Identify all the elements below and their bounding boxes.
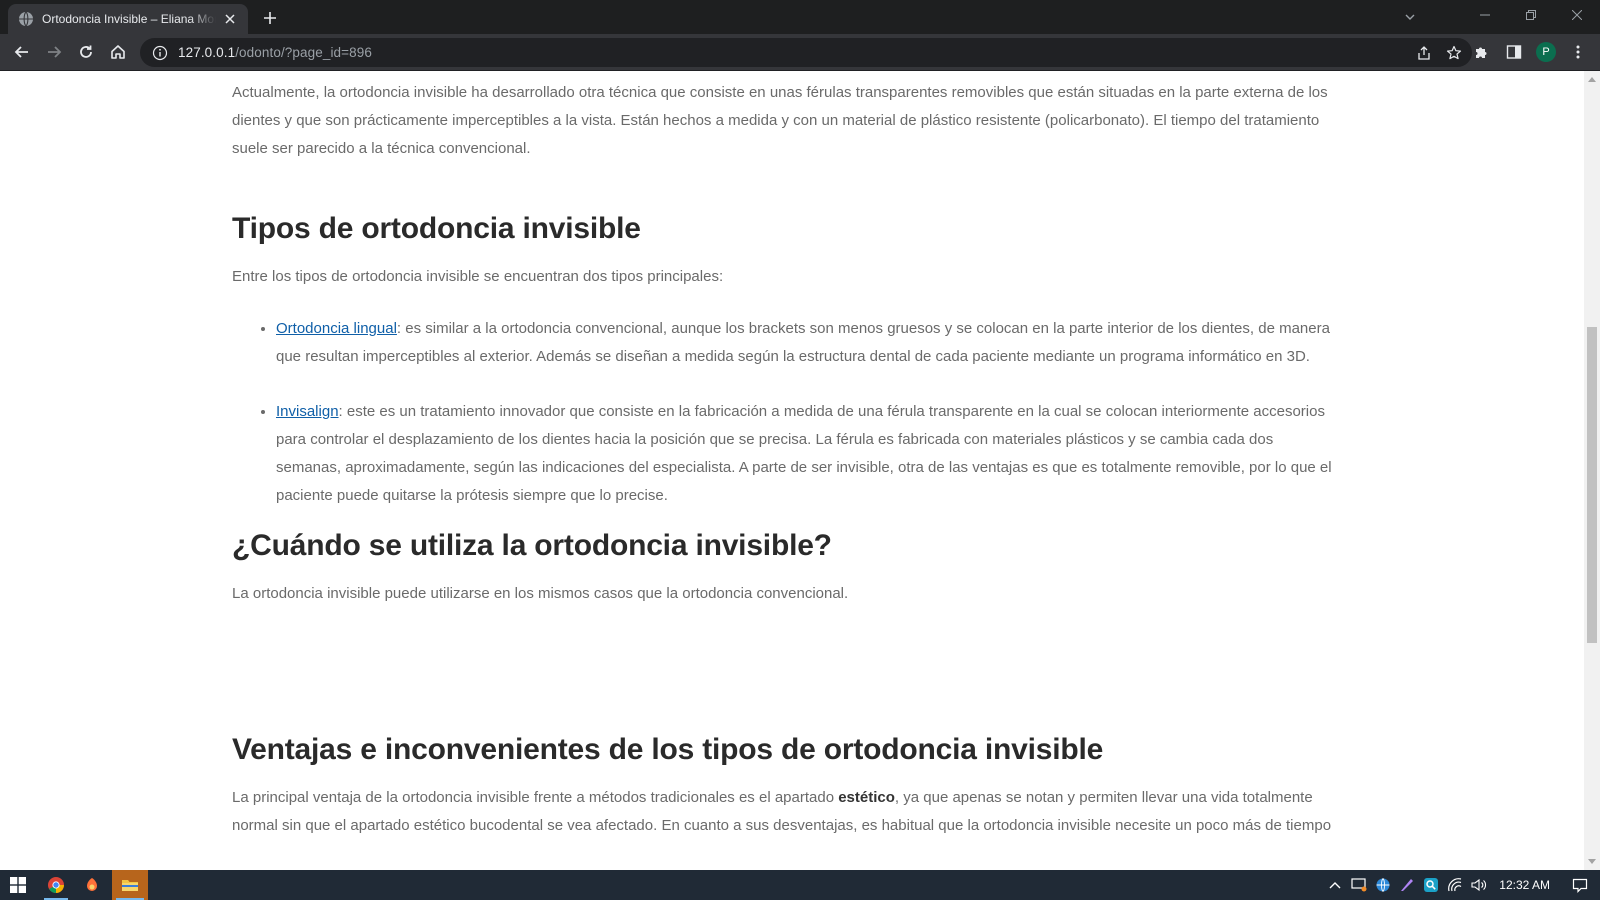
notification-icon xyxy=(1572,878,1588,893)
volume-icon xyxy=(1471,878,1487,892)
reload-button[interactable] xyxy=(72,38,100,66)
back-button[interactable] xyxy=(8,38,36,66)
taskbar-file-explorer[interactable] xyxy=(112,870,148,900)
folder-icon xyxy=(122,880,138,891)
clock[interactable]: 12:32 AM xyxy=(1491,878,1560,892)
window-controls xyxy=(1462,0,1600,30)
heading-ventajas: Ventajas e inconvenientes de los tipos d… xyxy=(232,733,1104,766)
network-globe-icon xyxy=(1376,878,1390,892)
heading-tipos: Tipos de ortodoncia invisible xyxy=(232,212,641,245)
chevron-up-icon xyxy=(1329,882,1341,889)
minimize-icon xyxy=(1480,14,1490,16)
taskbar-chrome[interactable] xyxy=(40,870,72,900)
browser-tab-active[interactable]: Ortodoncia Invisible – Eliana Mor xyxy=(8,4,248,34)
notifications-button[interactable] xyxy=(1560,870,1600,900)
url-text: 127.0.0.1/odonto/?page_id=896 xyxy=(178,45,372,60)
tray-item[interactable] xyxy=(1443,870,1467,900)
tray-item[interactable] xyxy=(1467,870,1491,900)
arrow-left-icon xyxy=(14,46,28,58)
globe-icon xyxy=(19,11,33,27)
tray-item[interactable] xyxy=(1371,870,1395,900)
wifi-icon xyxy=(1448,878,1462,892)
app-icon xyxy=(87,878,97,891)
list-item: Invisalign: este es un tratamiento innov… xyxy=(276,398,1342,510)
forward-button[interactable] xyxy=(40,38,68,66)
article-content: Actualmente, la ortodoncia invisible ha … xyxy=(232,71,1342,840)
chrome-icon xyxy=(48,877,64,893)
taskbar-app[interactable] xyxy=(76,870,108,900)
chevron-down-icon xyxy=(1405,14,1415,20)
scroll-down-button[interactable] xyxy=(1584,854,1600,870)
list-item: Ortodoncia lingual: es similar a la orto… xyxy=(276,315,1342,371)
link-ortodoncia-lingual[interactable]: Ortodoncia lingual xyxy=(276,320,397,337)
close-window-button[interactable] xyxy=(1554,0,1600,30)
url-path: /odonto/?page_id=896 xyxy=(235,45,372,60)
intro-paragraph: Actualmente, la ortodoncia invisible ha … xyxy=(232,84,1328,157)
close-tab-icon[interactable] xyxy=(222,11,238,27)
url-host: 127.0.0.1 xyxy=(178,45,236,60)
browser-toolbar: 127.0.0.1/odonto/?page_id=896 P xyxy=(0,34,1600,71)
list-item-text: : es similar a la ortodoncia convenciona… xyxy=(276,320,1330,365)
bookmark-star-icon[interactable] xyxy=(1446,45,1462,61)
pen-icon xyxy=(1401,879,1414,891)
address-bar[interactable]: 127.0.0.1/odonto/?page_id=896 xyxy=(140,38,1472,67)
ventajas-text-start: La principal ventaja de la ortodoncia in… xyxy=(232,789,839,806)
tray-item[interactable] xyxy=(1395,870,1419,900)
kebab-menu-icon xyxy=(1576,45,1580,59)
windows-taskbar: 12:32 AM xyxy=(0,870,1600,900)
browser-menu-button[interactable] xyxy=(1564,38,1592,66)
puzzle-icon xyxy=(1476,47,1487,58)
side-panel-icon xyxy=(1506,45,1522,59)
plus-icon xyxy=(264,12,276,24)
scrollbar-thumb[interactable] xyxy=(1587,327,1597,643)
list-item-text: : este es un tratamiento innovador que c… xyxy=(276,403,1332,504)
triangle-down-icon xyxy=(1588,859,1596,864)
search-badge-icon xyxy=(1424,878,1439,892)
tipos-list: Ortodoncia lingual: es similar a la orto… xyxy=(232,315,1342,510)
close-icon xyxy=(1572,10,1582,20)
home-icon xyxy=(111,45,125,59)
tray-item[interactable] xyxy=(1347,870,1371,900)
reload-icon xyxy=(80,45,92,58)
address-bar-actions xyxy=(1416,38,1462,67)
page-scrollbar[interactable] xyxy=(1584,71,1600,870)
info-icon[interactable] xyxy=(152,45,168,61)
browser-tab-bar: Ortodoncia Invisible – Eliana Mor xyxy=(0,0,1600,34)
tray-item[interactable] xyxy=(1419,870,1443,900)
minimize-button[interactable] xyxy=(1462,0,1508,30)
tab-search-button[interactable] xyxy=(1398,5,1422,29)
avatar: P xyxy=(1536,42,1556,62)
side-panel-button[interactable] xyxy=(1500,38,1528,66)
page-viewport: Actualmente, la ortodoncia invisible ha … xyxy=(0,71,1584,870)
start-button[interactable] xyxy=(0,870,36,900)
tipos-intro-paragraph: Entre los tipos de ortodoncia invisible … xyxy=(232,268,724,285)
link-invisalign[interactable]: Invisalign xyxy=(276,403,339,420)
heading-cuando: ¿Cuándo se utiliza la ortodoncia invisib… xyxy=(232,529,832,562)
home-button[interactable] xyxy=(104,38,132,66)
restore-icon xyxy=(1526,10,1536,20)
restore-button[interactable] xyxy=(1508,0,1554,30)
profile-button[interactable]: P xyxy=(1532,38,1560,66)
triangle-up-icon xyxy=(1588,77,1596,82)
tray-overflow[interactable] xyxy=(1323,870,1347,900)
ventajas-paragraph: La principal ventaja de la ortodoncia in… xyxy=(232,784,1342,840)
extensions-button[interactable] xyxy=(1468,38,1496,66)
system-tray: 12:32 AM xyxy=(1323,870,1600,900)
cuando-paragraph: La ortodoncia invisible puede utilizarse… xyxy=(232,585,849,602)
new-tab-button[interactable] xyxy=(258,6,282,30)
display-icon xyxy=(1351,878,1367,892)
arrow-right-icon xyxy=(48,46,62,58)
share-icon[interactable] xyxy=(1416,45,1432,61)
windows-logo-icon xyxy=(10,877,26,893)
scroll-up-button[interactable] xyxy=(1584,71,1600,87)
tab-title: Ortodoncia Invisible – Eliana Mor xyxy=(42,12,216,26)
ventajas-bold-term: estético xyxy=(838,789,895,806)
